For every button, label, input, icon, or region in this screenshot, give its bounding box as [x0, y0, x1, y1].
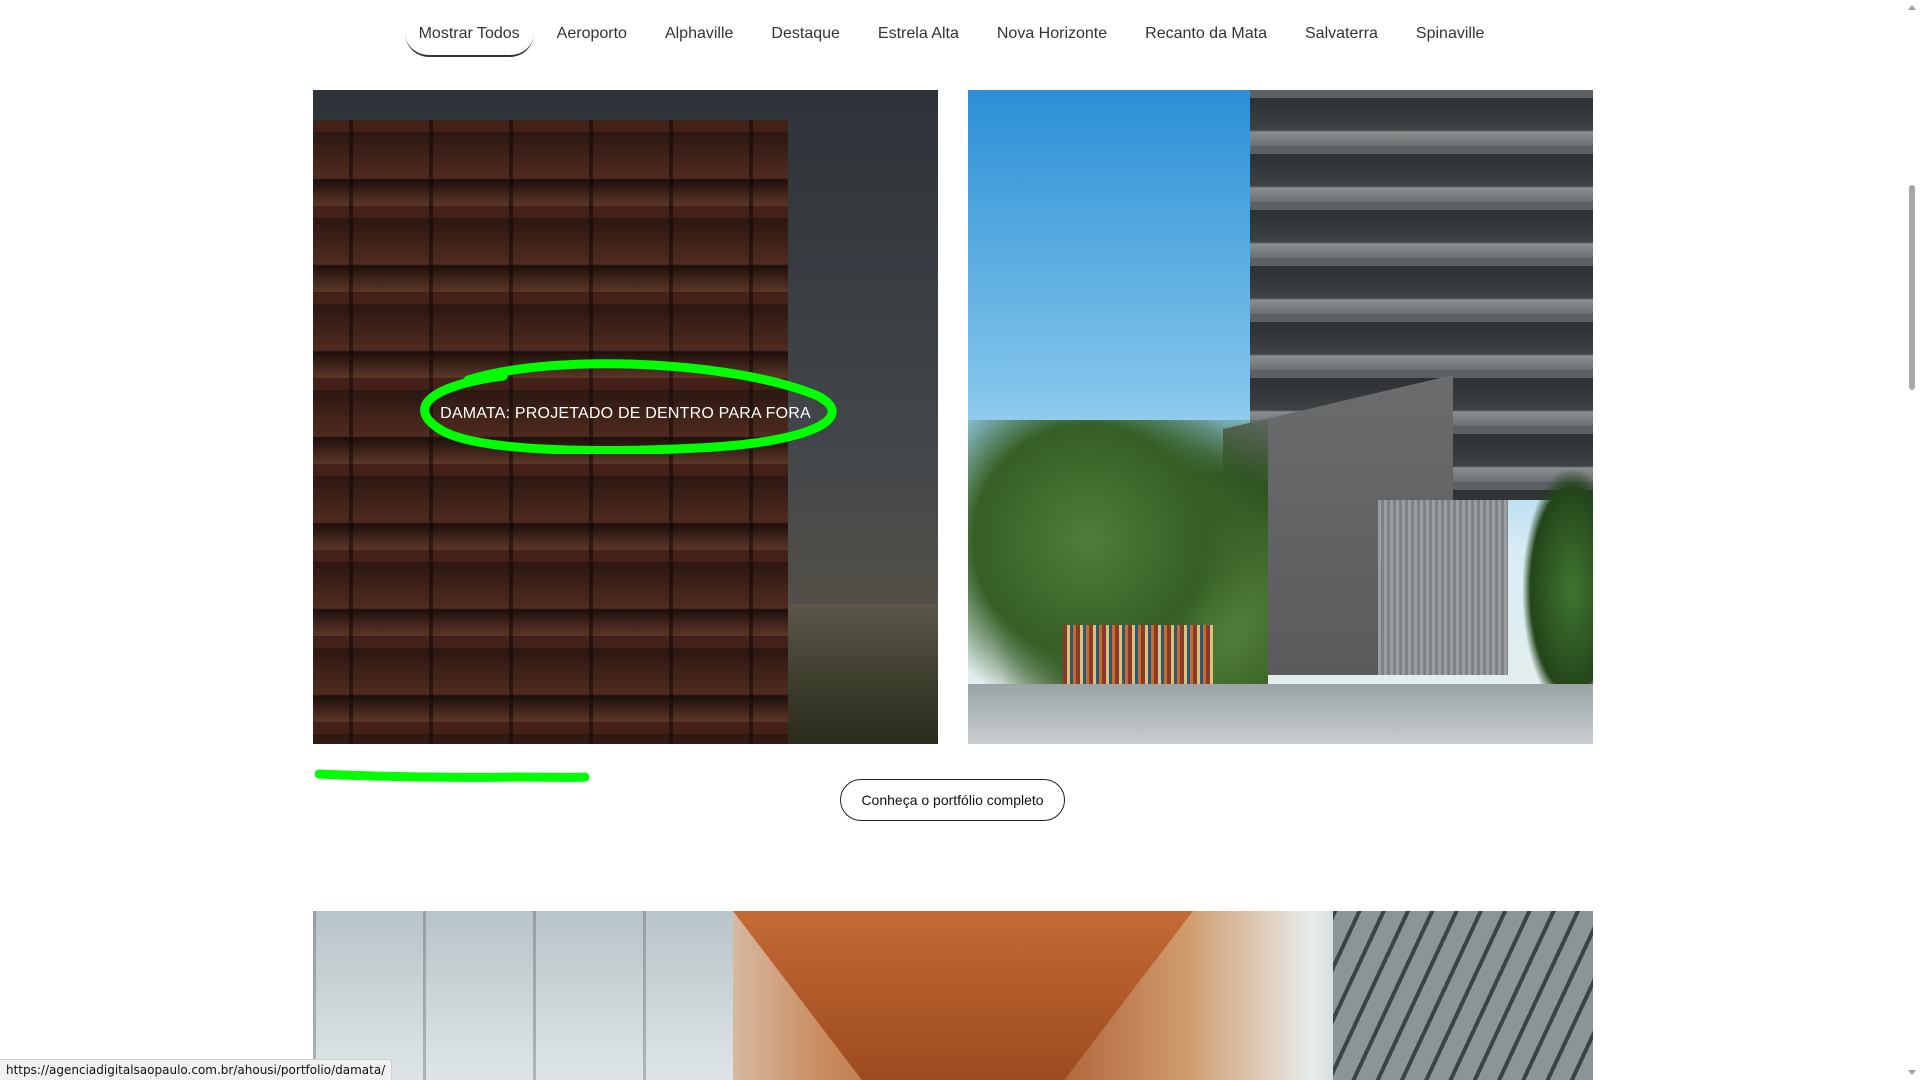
- status-bar-url: https://agenciadigitalsaopaulo.com.br/ah…: [0, 1059, 393, 1080]
- wood-ceiling-image: [733, 911, 1193, 1080]
- green-underline-annotation: [315, 769, 590, 782]
- metal-grille-image: [1378, 500, 1508, 675]
- bookshelf-image: [1063, 625, 1213, 685]
- filter-salvaterra[interactable]: Salvaterra: [1290, 18, 1393, 55]
- filter-recanto-da-mata[interactable]: Recanto da Mata: [1130, 18, 1282, 55]
- portfolio-card-image: [968, 90, 1593, 744]
- filter-spinaville[interactable]: Spinaville: [1401, 18, 1499, 55]
- filter-aeroporto[interactable]: Aeroporto: [542, 18, 642, 55]
- page-scrollbar[interactable]: [1904, 0, 1920, 1080]
- stair-railing-image: [1333, 911, 1593, 1080]
- scroll-up-arrow-icon[interactable]: [1908, 5, 1916, 10]
- portfolio-card-2[interactable]: [968, 90, 1593, 744]
- filter-destaque[interactable]: Destaque: [756, 18, 855, 55]
- scrollbar-thumb[interactable]: [1909, 185, 1915, 390]
- filter-nova-horizonte[interactable]: Nova Horizonte: [982, 18, 1122, 55]
- portfolio-filter-nav: Mostrar Todos Aeroporto Alphaville Desta…: [0, 0, 1904, 70]
- glass-wall-image: [313, 911, 733, 1080]
- pavement-image: [968, 684, 1593, 744]
- filter-mostrar-todos[interactable]: Mostrar Todos: [404, 18, 534, 58]
- section-hero-image: [313, 911, 1593, 1080]
- scroll-down-arrow-icon[interactable]: [1908, 1070, 1916, 1075]
- full-portfolio-button[interactable]: Conheça o portfólio completo: [840, 779, 1065, 821]
- trees-image: [1523, 470, 1593, 710]
- portfolio-card-title: DAMATA: PROJETADO DE DENTRO PARA FORA: [440, 405, 811, 422]
- filter-alphaville[interactable]: Alphaville: [650, 18, 748, 55]
- filter-estrela-alta[interactable]: Estrela Alta: [863, 18, 974, 55]
- portfolio-card-damata[interactable]: DAMATA: PROJETADO DE DENTRO PARA FORA: [313, 90, 938, 744]
